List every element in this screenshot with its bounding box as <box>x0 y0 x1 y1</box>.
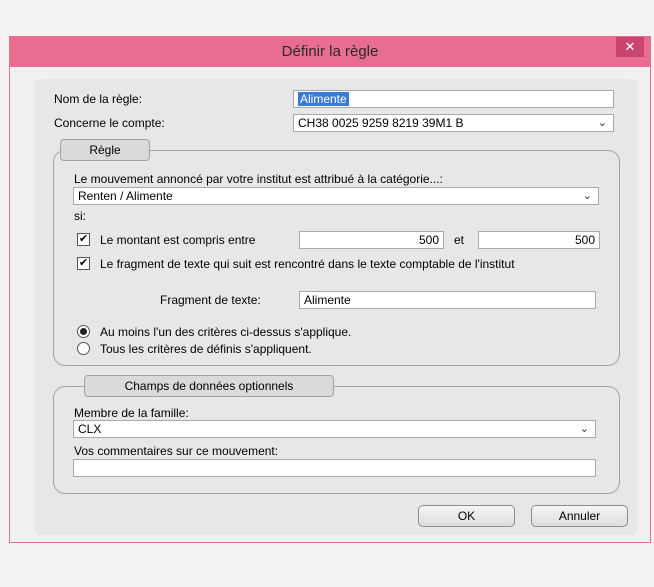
rule-name-value: Alimente <box>298 92 349 106</box>
amount-to-value: 500 <box>574 233 595 247</box>
amount-checkbox[interactable]: ✔ <box>77 233 90 246</box>
amount-check-label: Le montant est compris entre <box>100 233 256 247</box>
radio-all-label: Tous les critères de définis s'appliquen… <box>100 342 312 356</box>
amount-from-input[interactable]: 500 <box>299 231 444 249</box>
text-checkbox[interactable]: ✔ <box>77 257 90 270</box>
amount-to-input[interactable]: 500 <box>478 231 600 249</box>
optional-group <box>53 386 620 494</box>
account-value: CH38 0025 9259 8219 39M1 B <box>298 116 464 130</box>
text-check-label: Le fragment de texte qui suit est rencon… <box>100 257 515 271</box>
account-label: Concerne le compte: <box>54 116 165 130</box>
family-value: CLX <box>78 422 102 436</box>
rule-name-input[interactable]: Alimente <box>293 90 614 108</box>
chevron-down-icon: ⌄ <box>579 423 589 435</box>
chevron-down-icon: ⌄ <box>597 117 607 129</box>
check-icon: ✔ <box>78 257 89 269</box>
rule-group-legend: Règle <box>60 139 150 161</box>
and-label: et <box>454 233 465 247</box>
comments-label: Vos commentaires sur ce mouvement: <box>74 444 279 458</box>
check-icon: ✔ <box>78 233 89 245</box>
dialog-title: Définir la règle <box>281 43 379 60</box>
ok-button[interactable]: OK <box>418 505 515 527</box>
radio-any[interactable] <box>77 325 90 338</box>
optional-group-legend: Champs de données optionnels <box>84 375 334 397</box>
family-select[interactable]: CLX ⌄ <box>73 420 596 438</box>
close-icon: ✕ <box>624 39 636 54</box>
radio-any-label: Au moins l'un des critères ci-dessus s'a… <box>100 325 352 339</box>
family-label: Membre de la famille: <box>74 406 189 420</box>
account-select[interactable]: CH38 0025 9259 8219 39M1 B ⌄ <box>293 114 614 132</box>
category-select[interactable]: Renten / Alimente ⌄ <box>73 187 599 205</box>
si-label: si: <box>74 209 86 223</box>
fragment-input[interactable]: Alimente <box>299 291 596 309</box>
cancel-button[interactable]: Annuler <box>531 505 628 527</box>
category-label: Le mouvement annoncé par votre institut … <box>74 172 443 186</box>
close-button[interactable]: ✕ <box>616 37 644 57</box>
chevron-down-icon: ⌄ <box>582 190 592 202</box>
rule-name-label: Nom de la règle: <box>54 92 143 106</box>
fragment-value: Alimente <box>304 293 351 307</box>
dialog-window: Définir la règle ✕ Nom de la règle: Alim… <box>9 36 651 543</box>
dialog-panel: Nom de la règle: Alimente Concerne le co… <box>34 79 638 535</box>
comments-input[interactable] <box>73 459 596 477</box>
amount-from-value: 500 <box>418 233 439 247</box>
fragment-label: Fragment de texte: <box>160 293 261 307</box>
title-bar[interactable]: Définir la règle ✕ <box>10 37 650 67</box>
category-value: Renten / Alimente <box>78 189 173 203</box>
radio-all[interactable] <box>77 342 90 355</box>
